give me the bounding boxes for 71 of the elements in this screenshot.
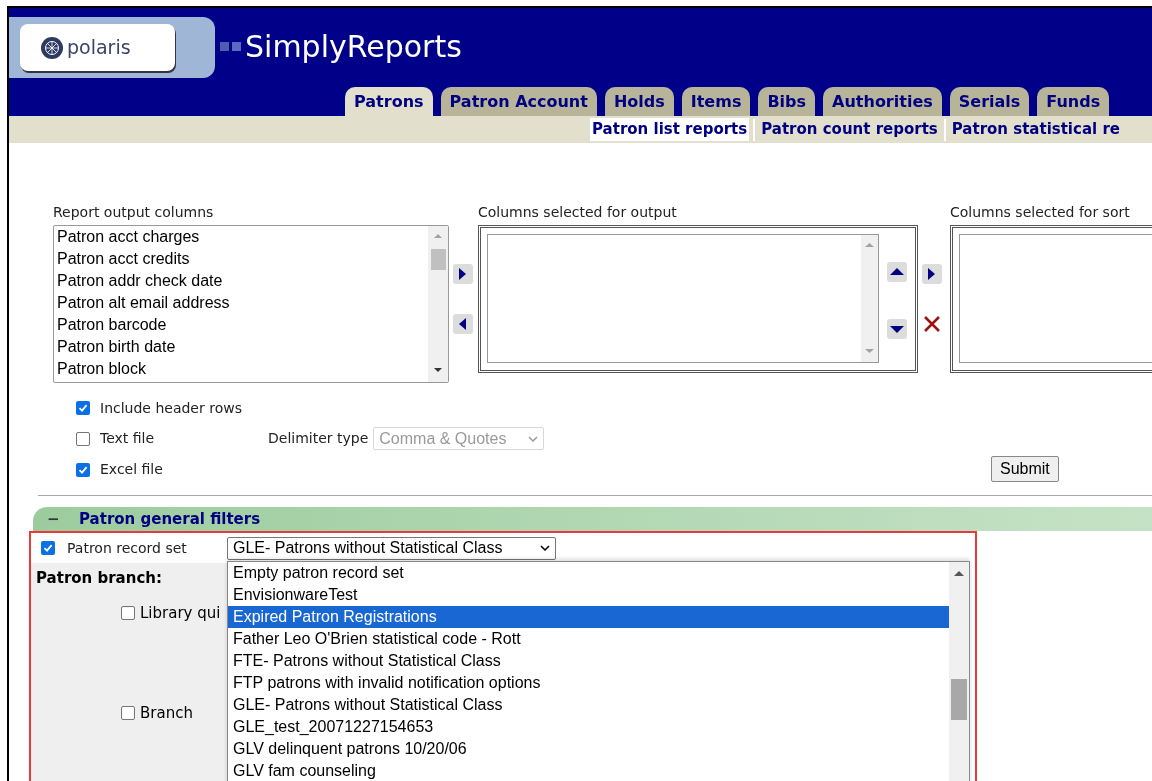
chevron-icon (528, 435, 539, 442)
checkbox-label: Text file (100, 429, 155, 448)
add-sort-button[interactable] (922, 264, 942, 284)
checkbox-label: Excel file (100, 460, 163, 479)
output-listbox[interactable] (487, 234, 879, 363)
field-label: Delimiter type (268, 429, 369, 448)
list-option[interactable]: Patron addr check date (57, 270, 428, 292)
list-option[interactable]: Patron acct charges (57, 226, 428, 248)
wheel-icon (41, 36, 63, 59)
delete-icon[interactable] (922, 314, 942, 334)
checkbox-label: Include header rows (100, 398, 242, 418)
list-option[interactable]: Patron block (57, 358, 428, 380)
checkbox[interactable] (121, 605, 135, 620)
collapse-toggle[interactable]: − (47, 507, 77, 531)
nav-tab[interactable]: Bibs (758, 87, 816, 116)
section-header[interactable]: − Patron general filters (33, 507, 1152, 531)
checkbox[interactable] (41, 541, 55, 555)
checkbox-label: Library qui (140, 602, 221, 624)
nav-tab[interactable]: Patrons (345, 87, 433, 116)
list-option[interactable]: Patron acct credits (57, 248, 428, 270)
dropdown-option[interactable]: FTP patrons with invalid notification options (228, 672, 949, 694)
chevron-icon (540, 545, 550, 551)
app-title: SimplyReports (245, 32, 462, 62)
submit-button[interactable]: Submit (991, 456, 1059, 482)
list-option[interactable]: Patron alt email address (57, 292, 428, 314)
field-label: Columns selected for sort (950, 203, 1131, 222)
dropdown-option[interactable]: Expired Patron Registrations (228, 606, 949, 628)
sub-nav-link[interactable]: Patron statistical re (949, 118, 1122, 141)
dropdown-option[interactable]: GLV delinquent patrons 10/20/06 (228, 738, 949, 760)
field-label: Columns selected for output (478, 203, 678, 222)
record-set-select[interactable]: GLE- Patrons without Statistical Class (227, 536, 556, 560)
nav-tab[interactable]: Patron Account (440, 87, 597, 116)
checkbox[interactable] (121, 706, 135, 721)
nav-tab[interactable]: Holds (604, 87, 674, 116)
nav-tab[interactable]: Serials (949, 87, 1030, 116)
logo-text: polaris (67, 35, 131, 61)
logo[interactable]: polaris (20, 24, 175, 71)
select-value: GLE- Patrons without Statistical Class (233, 538, 504, 558)
dropdown-option[interactable]: GLV fam counseling (228, 760, 949, 781)
dropdown-option[interactable]: Empty patron record set (228, 562, 949, 584)
sub-nav-link[interactable]: Patron list reports (590, 118, 750, 141)
sort-listbox[interactable] (959, 234, 1152, 363)
list-option[interactable]: Patron barcode (57, 314, 428, 336)
move-down-button[interactable] (887, 319, 907, 339)
checkbox[interactable] (76, 401, 90, 415)
nav-tab[interactable]: Items (681, 87, 751, 116)
scrollbar[interactable] (949, 562, 969, 781)
sub-nav-link[interactable]: Patron count reports (759, 118, 940, 141)
dropdown-option[interactable]: GLE_test_20071227154653 (228, 716, 949, 738)
scrollbar[interactable] (428, 226, 448, 382)
checkbox[interactable] (76, 462, 90, 477)
checkbox-label: Branch (140, 703, 193, 724)
checkbox-label: Patron record set (67, 538, 188, 558)
squares-icon (220, 42, 244, 52)
dropdown-option[interactable]: FTE- Patrons without Statistical Class (228, 650, 949, 672)
checkbox[interactable] (76, 431, 90, 446)
nav-tab[interactable]: Authorities (823, 87, 942, 116)
move-up-button[interactable] (887, 262, 907, 282)
dropdown-option[interactable]: EnvisionwareTest (228, 584, 949, 606)
field-label: Report output columns (53, 203, 215, 222)
dropdown-option[interactable]: Father Leo O'Brien statistical code - Rott (228, 628, 949, 650)
add-column-button[interactable] (453, 264, 473, 284)
list-option[interactable]: Patron birth date (57, 336, 428, 358)
nav-tab[interactable]: Funds (1037, 87, 1110, 116)
columns-listbox[interactable]: Patron acct charges Patron acct credits Patron addr check date Patron alt email address Patron barcode Patron birth date Patron block (53, 225, 449, 383)
section-title: Patron general filters (79, 508, 261, 530)
branch-heading: Patron branch: (36, 568, 162, 589)
select-value: Comma & Quotes (379, 428, 508, 449)
remove-column-button[interactable] (453, 314, 473, 334)
dropdown-option[interactable]: GLE- Patrons without Statistical Class (228, 694, 949, 716)
scrollbar[interactable] (861, 235, 878, 362)
